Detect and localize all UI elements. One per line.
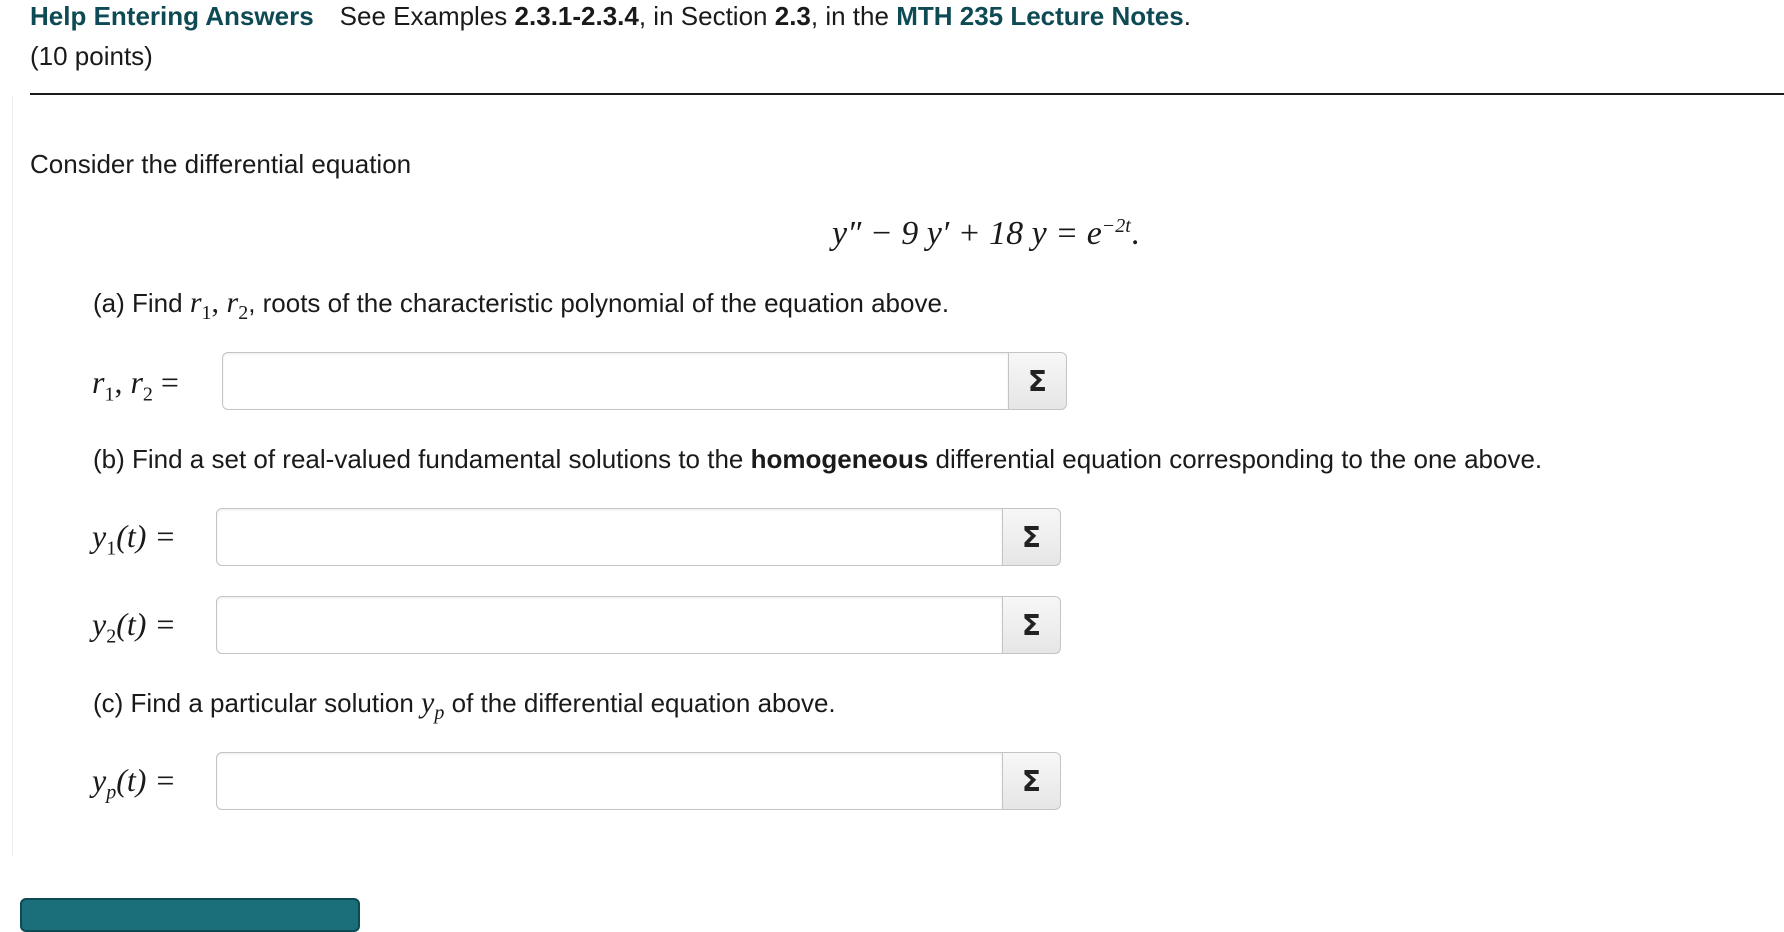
part-a-prompt: (a) Find r1, r2, roots of the characteri…: [93, 286, 949, 330]
intro-text: Consider the differential equation: [30, 149, 412, 179]
part-b-prefix: (b) Find a set of real-valued fundamenta…: [93, 444, 744, 474]
part-a-prefix: (a) Find: [93, 288, 183, 318]
lecture-notes-link[interactable]: MTH 235 Lecture Notes: [896, 1, 1184, 31]
header: Help Entering Answers See Examples 2.3.1-…: [30, 0, 1191, 32]
equation-exponent: −2t: [1101, 215, 1131, 237]
part-b-prompt: (b) Find a set of real-valued fundamenta…: [93, 442, 1542, 476]
y2-input[interactable]: [216, 596, 1003, 654]
sigma-icon: Σ: [1021, 520, 1042, 554]
part-a-suffix: , roots of the characteristic polynomial…: [248, 288, 950, 318]
yp-symbol: yp: [421, 686, 445, 724]
part-c-suffix: of the differential equation above.: [451, 688, 836, 718]
submit-button[interactable]: [20, 898, 360, 932]
roots-label: r1, r2 =: [92, 364, 179, 406]
part-a-roots-symbol: r1, r2: [189, 286, 249, 324]
yp-label: yp(t) =: [92, 762, 176, 804]
equation-editor-button-c[interactable]: Σ: [1003, 752, 1061, 810]
part-c-prefix: (c) Find a particular solution: [93, 688, 414, 718]
equation-editor-button-a[interactable]: Σ: [1009, 352, 1067, 410]
section-ref: 2.3: [774, 1, 811, 31]
equation-editor-button-b2[interactable]: Σ: [1003, 596, 1061, 654]
y1-input[interactable]: [216, 508, 1003, 566]
points-label: (10 points): [30, 41, 153, 71]
equation-lhs: y″ − 9 y′ + 18 y = e: [832, 215, 1102, 252]
divider: [30, 93, 1784, 95]
problem-border: [12, 96, 13, 856]
y1-answer: Σ: [216, 508, 1061, 566]
help-entering-answers-link[interactable]: Help Entering Answers: [30, 1, 314, 31]
roots-answer: Σ: [222, 352, 1067, 410]
yp-input[interactable]: [216, 752, 1003, 810]
equation-editor-button-b1[interactable]: Σ: [1003, 508, 1061, 566]
equation-end: .: [1130, 215, 1140, 252]
differential-equation: y″ − 9 y′ + 18 y = e−2t.: [832, 210, 1139, 258]
part-b-suffix: differential equation corresponding to t…: [935, 444, 1543, 474]
sigma-icon: Σ: [1021, 608, 1042, 642]
part-c-prompt: (c) Find a particular solution yp of the…: [93, 686, 836, 730]
examples-ref: 2.3.1-2.3.4: [514, 1, 639, 31]
period: .: [1183, 1, 1191, 31]
homogeneous-emphasis: homogeneous: [750, 444, 929, 474]
sigma-icon: Σ: [1027, 364, 1048, 398]
y1-label: y1(t) =: [92, 518, 176, 560]
yp-answer: Σ: [216, 752, 1061, 810]
see-text: See Examples: [339, 1, 508, 31]
y2-label: y2(t) =: [92, 606, 176, 648]
in-the-text: , in the: [810, 1, 889, 31]
in-section-text: , in Section: [638, 1, 768, 31]
sigma-icon: Σ: [1021, 764, 1042, 798]
y2-answer: Σ: [216, 596, 1061, 654]
roots-input[interactable]: [222, 352, 1009, 410]
